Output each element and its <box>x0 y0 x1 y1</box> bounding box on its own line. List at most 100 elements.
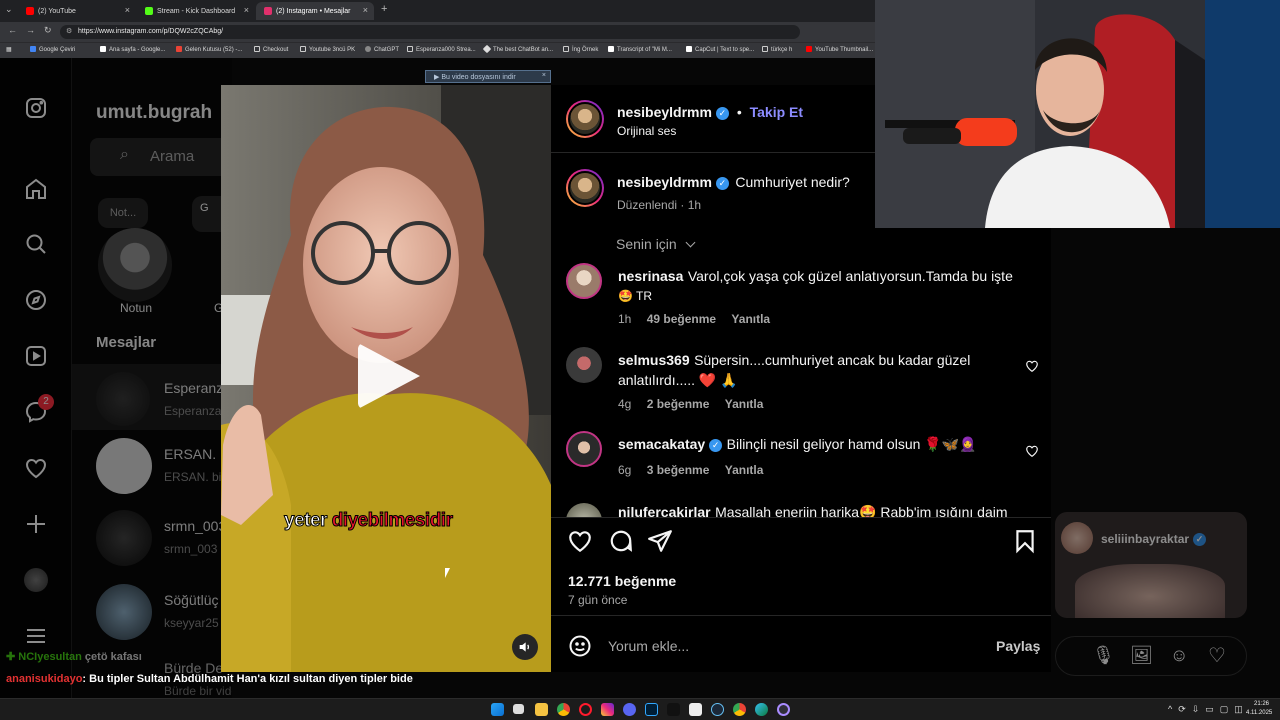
comment-like-heart-icon[interactable] <box>1025 444 1039 458</box>
play-button-icon[interactable] <box>358 343 420 409</box>
comment-text: Maşallah enerjin harika🤩 Rabb'im ışığını… <box>715 504 1008 517</box>
stream-chat-line: ✚ NCIyesultan çetö kafası <box>6 650 142 663</box>
tab-instagram[interactable]: (2) Instagram • Mesajlar × <box>256 2 374 20</box>
bookmark-item[interactable]: Checkout <box>254 46 288 53</box>
reel-video[interactable]: yeter diyebilmesidir <box>221 85 551 672</box>
file-explorer-icon[interactable] <box>535 703 548 716</box>
comment-likes[interactable]: 3 beğenme <box>647 463 710 477</box>
tiktok-icon[interactable] <box>667 703 680 716</box>
reply-button[interactable]: Yanıtla <box>725 397 764 411</box>
folder-icon <box>300 46 306 52</box>
comment-avatar[interactable] <box>566 263 602 299</box>
share-send-icon[interactable] <box>647 528 673 554</box>
edited-time: 1h <box>687 198 702 212</box>
url-field[interactable]: ⚙ https://www.instagram.com/p/DQW2cZQCAb… <box>60 25 800 39</box>
reply-button[interactable]: Yanıtla <box>731 312 770 326</box>
instagram-app-icon[interactable] <box>601 703 614 716</box>
comment-avatar[interactable] <box>566 431 602 467</box>
bookmark-icon[interactable] <box>1012 528 1038 554</box>
comment-likes[interactable]: 49 beğenme <box>647 312 716 326</box>
tab-youtube[interactable]: (2) YouTube × <box>18 2 136 20</box>
comment-avatar[interactable] <box>566 347 602 383</box>
audio-label[interactable]: Orijinal ses <box>617 124 676 138</box>
chevron-down-icon <box>685 237 696 248</box>
follow-button[interactable]: Takip Et <box>750 104 803 120</box>
caption-author-avatar[interactable] <box>566 169 604 207</box>
bookmark-item[interactable]: ChatGPT <box>365 46 399 53</box>
bookmark-item[interactable]: Google Çeviri <box>30 46 75 53</box>
composer-divider <box>551 615 1051 616</box>
video-caption: yeter diyebilmesidir <box>284 510 454 532</box>
close-tab-icon[interactable]: × <box>125 5 130 15</box>
comment-username[interactable]: nilufercakirlar <box>618 504 711 517</box>
comment-username[interactable]: semacakatay <box>618 436 705 452</box>
emoji-icon[interactable] <box>568 634 592 658</box>
tab-list-button[interactable]: ⌄ <box>5 4 13 15</box>
post-header: nesibeyldrmm ✓ • Takip Et <box>617 104 803 120</box>
new-tab-button[interactable]: + <box>381 3 387 15</box>
close-icon[interactable]: × <box>542 72 546 79</box>
caption-meta: Düzenlendi · 1h <box>617 198 702 212</box>
comment-username[interactable]: selmus369 <box>618 352 690 368</box>
browser-icon[interactable] <box>733 703 746 716</box>
like-count[interactable]: 12.771 beğenme <box>568 573 676 589</box>
comment-likes[interactable]: 2 beğenme <box>647 397 710 411</box>
gmail-icon <box>176 46 182 52</box>
steam-icon[interactable] <box>711 703 724 716</box>
chat-username: ananisukidayo <box>6 673 83 685</box>
youtube-icon <box>26 7 34 15</box>
reload-icon[interactable]: ↻ <box>44 25 52 36</box>
bookmark-label: ChatGPT <box>374 47 400 53</box>
comment-input[interactable]: Yorum ekle... <box>608 638 689 654</box>
comment-username[interactable]: nesrinasa <box>618 268 683 284</box>
bookmark-item[interactable]: Gelen Kutusu (52) -... <box>176 46 242 53</box>
close-tab-icon[interactable]: × <box>363 5 368 15</box>
bookmark-item[interactable]: İng Örnek <box>563 46 598 53</box>
opera-icon[interactable] <box>579 703 592 716</box>
bookmark-item[interactable]: Ana sayfa - Google... <box>100 46 165 53</box>
task-view-icon[interactable] <box>513 704 524 714</box>
folder-icon <box>407 46 413 52</box>
close-tab-icon[interactable]: × <box>244 5 249 15</box>
reply-button[interactable]: Yanıtla <box>725 463 764 477</box>
back-icon[interactable]: ← <box>8 25 17 35</box>
like-heart-icon[interactable] <box>567 528 593 554</box>
author-username[interactable]: nesibeyldrmm <box>617 104 712 120</box>
post-caption: nesibeyldrmm ✓ Cumhuriyet nedir? <box>617 174 850 192</box>
tray-icons[interactable]: ^⟳⇩▭▢◫ <box>1168 704 1249 715</box>
caption-author-username[interactable]: nesibeyldrmm <box>617 174 712 190</box>
forward-icon[interactable]: → <box>26 25 35 35</box>
bookmark-item[interactable]: Esperanza000 Strea... <box>407 46 476 53</box>
instagram-icon <box>264 7 272 15</box>
comment-like-heart-icon[interactable] <box>1025 359 1039 373</box>
comment-bubble-icon[interactable] <box>608 528 634 554</box>
comment-body: nilufercakirlar Maşallah enerjin harika🤩… <box>618 504 1008 517</box>
bookmark-item[interactable]: YouTube Thumbnail... <box>806 46 873 53</box>
site-info-icon[interactable]: ⚙ <box>66 27 72 35</box>
author-avatar[interactable] <box>566 100 604 138</box>
start-icon[interactable] <box>491 703 504 716</box>
obs-icon[interactable] <box>777 703 790 716</box>
edge-icon[interactable] <box>755 703 768 716</box>
windows-taskbar: ^⟳⇩▭▢◫ 21:26 4.11.2025 <box>0 698 1280 720</box>
bookmark-item[interactable]: CapCut | Text to spe... <box>686 46 754 53</box>
tab-kick[interactable]: Stream - Kick Dashboard × <box>137 2 255 20</box>
clock-date[interactable]: 4.11.2025 <box>1246 710 1272 716</box>
bookmark-item[interactable]: Transcript of "Mi M... <box>608 46 672 53</box>
comment-filter-dropdown[interactable]: Senin için <box>616 236 696 252</box>
comment-avatar[interactable] <box>566 503 602 517</box>
volume-button[interactable] <box>512 634 538 660</box>
bookmark-item[interactable]: türkçe h <box>762 46 792 53</box>
download-banner[interactable]: ▶ Bu video dosyasını indir × <box>425 70 551 83</box>
clock-time[interactable]: 21:26 <box>1254 701 1269 707</box>
bookmark-item[interactable]: The best ChatBot an... <box>482 44 553 54</box>
comment-meta: 6g 3 beğenme Yanıtla <box>618 463 763 477</box>
capcut-icon[interactable] <box>689 703 702 716</box>
photoshop-icon[interactable] <box>645 703 658 716</box>
app-icon[interactable] <box>623 703 636 716</box>
bookmark-item[interactable]: Youtube 3ncü PK <box>300 46 355 53</box>
chrome-icon[interactable] <box>557 703 570 716</box>
apps-icon[interactable]: ▦ <box>6 46 12 53</box>
comments-list[interactable]: nesrinasa Varol,çok yaşa çok güzel anlat… <box>551 255 1051 517</box>
post-comment-button[interactable]: Paylaş <box>996 638 1040 654</box>
